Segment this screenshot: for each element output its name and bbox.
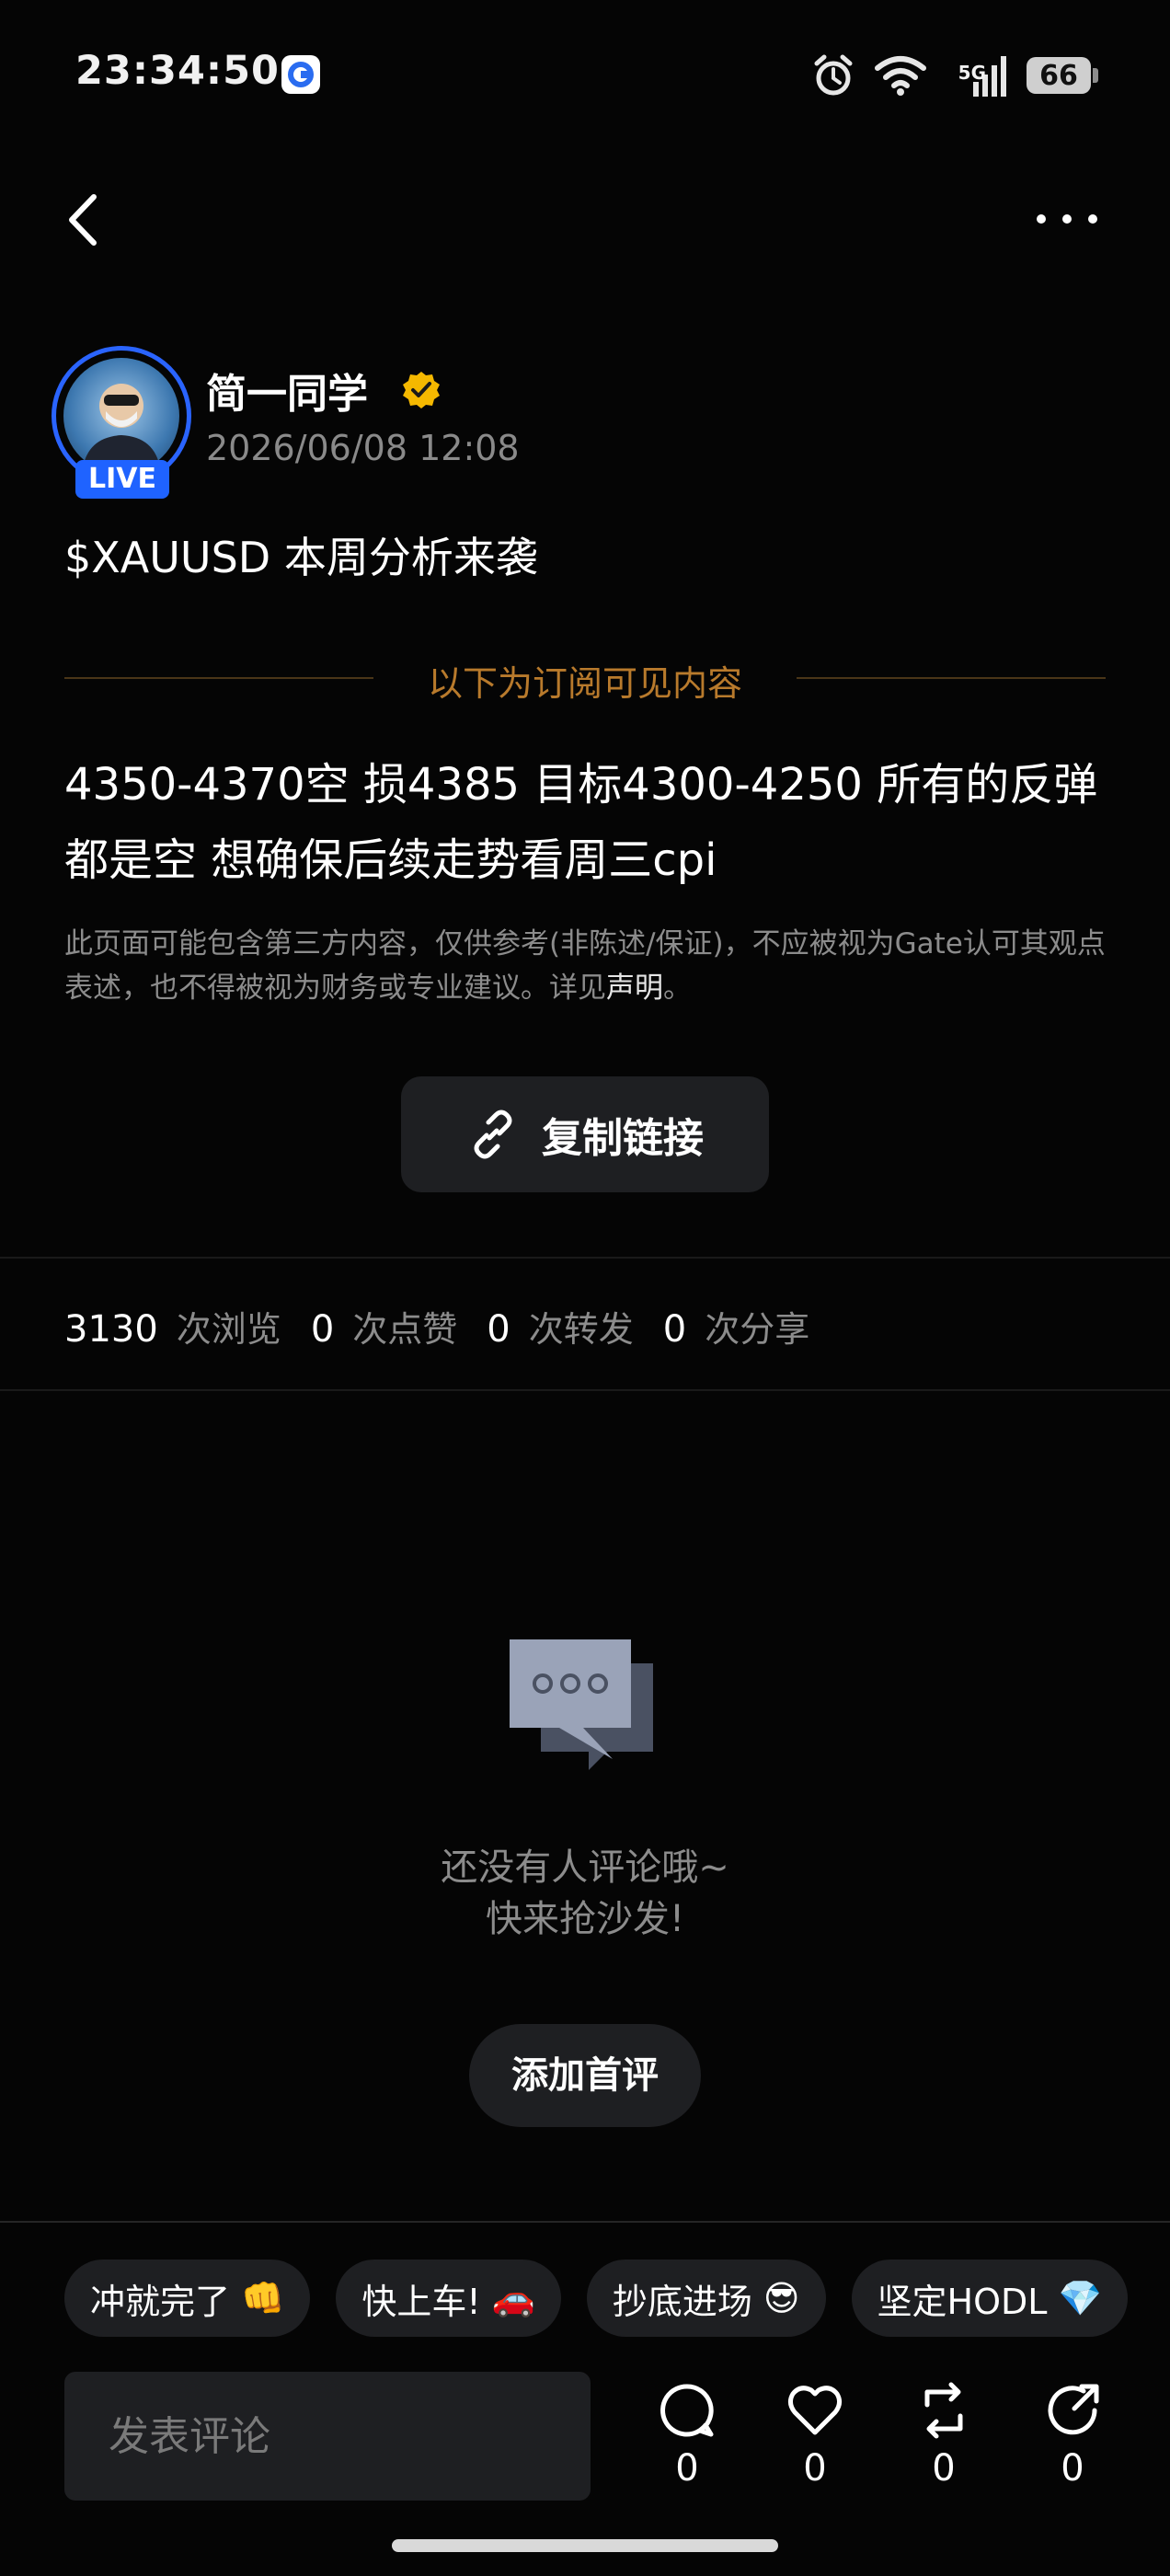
shares-count: 0 <box>662 1308 687 1351</box>
author-name[interactable]: 简一同学 <box>206 361 368 420</box>
signal-icon: 5G <box>946 54 1008 97</box>
alarm-icon <box>814 54 853 96</box>
empty-line-2: 快来抢沙发! <box>485 1898 685 1940</box>
post-body: 4350-4370空 损4385 目标4300-4250 所有的反弹都是空 想确… <box>64 759 1098 886</box>
disclaimer-link[interactable]: 声明 <box>606 972 663 1005</box>
chip-text: 坚定HODL <box>877 2281 1048 2322</box>
quick-reply-chip[interactable]: 坚定HODL 💎 <box>851 2260 1128 2337</box>
live-badge: LIVE <box>75 460 169 499</box>
views-label: 次浏览 <box>176 1309 281 1350</box>
comment-count: 0 <box>675 2447 699 2490</box>
app-notification-icon <box>281 55 320 94</box>
disclaimer-prefix: 此页面可能包含第三方内容，仅供参考(非陈述/保证)，不应被视为Gate认可其观点… <box>64 927 1106 1005</box>
status-time: 23:34:50 <box>75 48 280 94</box>
share-button[interactable]: 0 <box>1027 2381 1118 2501</box>
avatar-image <box>63 358 179 474</box>
empty-line-1: 还没有人评论哦~ <box>441 1846 729 1889</box>
status-icons: 5G 66 <box>811 48 1098 103</box>
quick-reply-chip[interactable]: 快上车! 🚗 <box>336 2260 561 2337</box>
divider <box>0 2221 1170 2223</box>
share-icon <box>1048 2384 1099 2435</box>
views-count: 3130 <box>64 1308 158 1351</box>
shares-label: 次分享 <box>705 1309 810 1350</box>
repost-button[interactable]: 0 <box>898 2381 990 2501</box>
wifi-icon <box>874 56 926 96</box>
comment-input[interactable] <box>64 2372 591 2501</box>
quick-reply-chip[interactable]: 抄底进场 😎 <box>586 2260 826 2337</box>
chip-text: 快上车! <box>361 2281 481 2322</box>
link-icon <box>474 1110 512 1159</box>
reposts-label: 次转发 <box>528 1309 634 1350</box>
chevron-left-icon <box>69 194 97 246</box>
more-options-button[interactable] <box>1034 201 1100 237</box>
subscribe-divider-right <box>797 677 1106 679</box>
chip-text: 抄底进场 <box>612 2281 752 2322</box>
divider <box>0 1389 1170 1391</box>
likes-label: 次点赞 <box>352 1309 458 1350</box>
repost-count: 0 <box>932 2447 956 2490</box>
chip-text: 冲就完了 <box>90 2281 231 2322</box>
network-type: 5G <box>958 62 986 84</box>
quick-reply-chips: 冲就完了 👊 快上车! 🚗 抄底进场 😎 坚定HODL 💎 <box>64 2260 1128 2337</box>
chip-emoji: 💎 <box>1058 2277 1102 2318</box>
chip-emoji: 😎 <box>763 2278 800 2318</box>
subscribe-divider-label: 以下为订阅可见内容 <box>427 663 742 704</box>
disclaimer-text: 此页面可能包含第三方内容，仅供参考(非陈述/保证)，不应被视为Gate认可其观点… <box>64 922 1106 1010</box>
post-stats: 3130 次浏览 0 次点赞 0 次转发 0 次分享 <box>64 1301 839 1351</box>
comment-button[interactable]: 0 <box>641 2381 733 2501</box>
post-timestamp: 2026/06/08 12:08 <box>206 428 520 468</box>
copy-link-label: 复制链接 <box>542 1115 704 1162</box>
divider <box>0 1257 1170 1259</box>
quick-reply-chip[interactable]: 冲就完了 👊 <box>64 2260 311 2337</box>
share-count: 0 <box>1061 2447 1084 2490</box>
verified-badge-icon <box>401 370 442 410</box>
back-button[interactable] <box>61 191 103 248</box>
comment-icon <box>660 2384 714 2437</box>
battery-icon: 66 <box>1027 57 1098 94</box>
post-title: $XAUUSD 本周分析来袭 <box>64 533 538 582</box>
more-dots-icon <box>1037 214 1097 224</box>
heart-icon <box>787 2386 843 2435</box>
empty-comments-icon <box>504 1636 662 1790</box>
empty-comments-text: 还没有人评论哦~ 快来抢沙发! <box>0 1842 1170 1945</box>
chip-emoji: 🚗 <box>491 2277 535 2318</box>
disclaimer-suffix: 。 <box>663 972 692 1005</box>
like-button[interactable]: 0 <box>769 2381 861 2501</box>
repost-icon <box>924 2382 963 2439</box>
likes-count: 0 <box>310 1308 335 1351</box>
home-indicator[interactable] <box>392 2539 778 2552</box>
like-count: 0 <box>803 2447 827 2490</box>
chip-emoji: 👊 <box>241 2277 285 2318</box>
copy-link-button[interactable]: 复制链接 <box>401 1076 769 1192</box>
add-first-comment-button[interactable]: 添加首评 <box>469 2024 701 2127</box>
reposts-count: 0 <box>487 1308 510 1351</box>
